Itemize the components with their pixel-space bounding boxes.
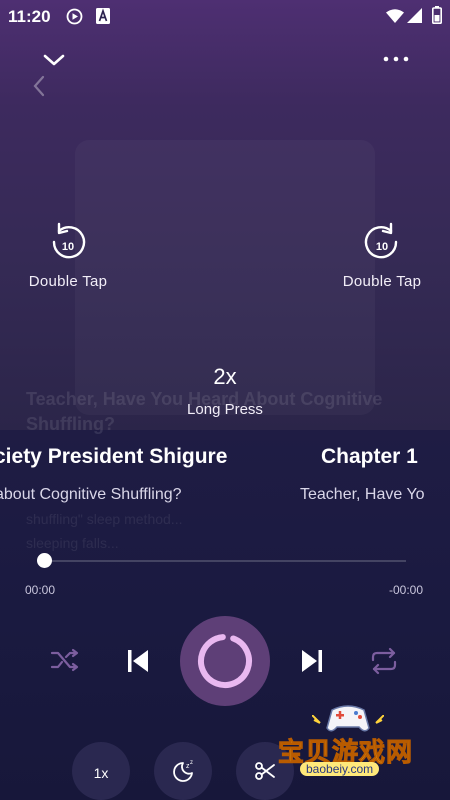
rewind-gesture-hint[interactable]: 10 Double Tap [13,222,123,290]
shuffle-icon [50,648,80,677]
status-bar: 11:20 [0,0,450,32]
watermark: 宝贝游戏网 baobeiy.com [270,700,430,785]
track-title-marquee: ciety President Shigure Chapter 1 [0,445,450,475]
svg-text:z: z [190,760,193,766]
play-pause-button[interactable] [180,616,270,706]
battery-icon [432,6,442,29]
rewind-hint-label: Double Tap [28,273,108,290]
spark-left-icon [311,712,322,730]
shuffle-button[interactable] [50,647,80,678]
watermark-url: baobeiy.com [300,762,380,776]
more-dots-icon [382,53,410,70]
svg-text:10: 10 [376,241,388,253]
track-subtitle-marquee: about Cognitive Shuffling? Teacher, Have… [0,486,425,510]
background-title-line-2: Shuffling? [26,414,115,434]
repeat-icon [369,647,399,679]
previous-button[interactable] [126,648,150,679]
signal-icon [407,8,422,28]
speed-hint-value: 2x [213,364,237,389]
progress-track[interactable] [44,560,406,562]
background-desc-line-1: shuffling" sleep method... [26,511,183,527]
chevron-down-icon [42,54,66,72]
next-button[interactable] [300,648,324,679]
remaining-time: -00:00 [389,583,424,597]
playback-speed-label: 1x [93,765,109,781]
loading-ring-icon [195,631,255,696]
forward-hint-label: Double Tap [342,273,422,290]
spark-right-icon [374,712,385,730]
repeat-button[interactable] [369,647,399,680]
chevron-left-icon [31,74,47,103]
sleep-timer-button[interactable]: z z [154,742,212,800]
forward-10-icon: 10 [363,222,401,266]
track-subtitle-right: Teacher, Have Yo [300,486,425,503]
track-title-left: ciety President Shigure [0,445,228,468]
forward-gesture-hint[interactable]: 10 Double Tap [327,222,437,290]
play-circle-icon [66,8,83,30]
font-a-icon [96,8,110,29]
progress-thumb[interactable] [37,553,52,568]
status-time: 11:20 [8,7,51,26]
sleep-timer-icon: z z [171,759,195,788]
rewind-10-icon: 10 [49,222,87,266]
svg-text:10: 10 [62,241,74,253]
track-subtitle-left: about Cognitive Shuffling? [0,486,182,503]
playback-speed-button[interactable]: 1x [72,742,130,800]
collapse-player-button[interactable] [42,52,66,73]
background-desc-line-2: sleeping falls... [26,535,119,551]
speed-hint-label: Long Press [187,401,263,418]
elapsed-time: 00:00 [25,583,56,597]
more-options-button[interactable] [382,52,410,71]
wifi-icon [386,9,404,28]
track-title-right: Chapter 1 [321,445,418,468]
skip-next-icon [300,650,324,678]
skip-previous-icon [126,650,150,678]
